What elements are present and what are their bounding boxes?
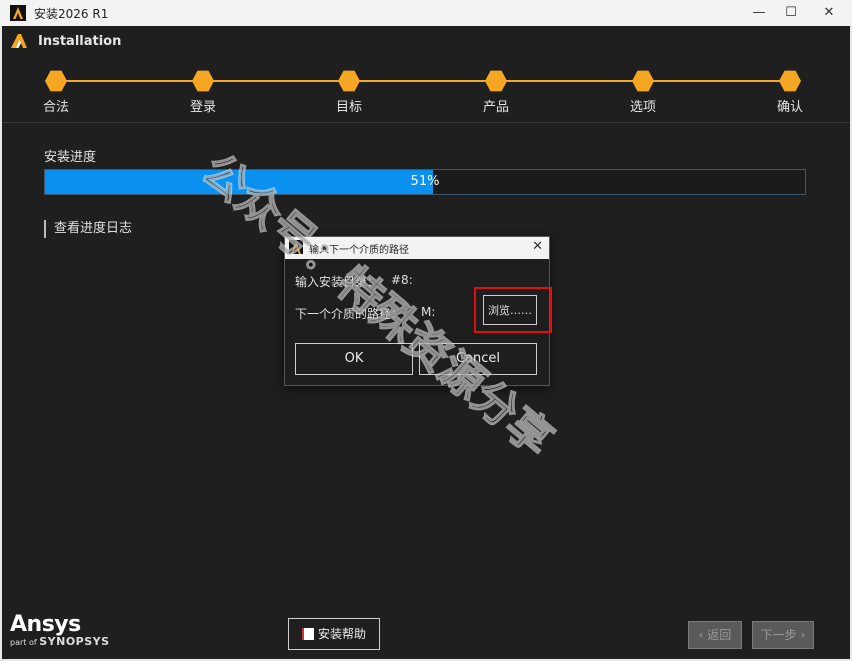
close-window-button[interactable]: ✕ <box>818 3 840 23</box>
install-help-button[interactable]: 安装帮助 <box>288 618 380 650</box>
progress-label: 安装进度 <box>44 150 97 165</box>
step-confirm: 确认 <box>750 70 830 115</box>
step-target: 目标 <box>309 70 389 115</box>
next-media-dialog: 输入下一个介质的路径 ✕ 输入安装目录： #8: 下一个介质的路径： M: 浏览… <box>284 236 550 386</box>
browse-button[interactable]: 浏览…… <box>483 295 537 325</box>
next-label: 下一步 <box>760 628 797 642</box>
step-label: 目标 <box>335 100 362 115</box>
cancel-button[interactable]: Cancel <box>419 343 537 375</box>
window-titlebar: 安装2026 R1 — ☐ ✕ <box>0 0 852 26</box>
step-hexagon-icon <box>779 70 801 92</box>
ansys-dialog-icon <box>289 240 303 254</box>
step-hexagon-icon <box>192 70 214 92</box>
step-legal: 合法 <box>16 70 96 115</box>
brand-sub-prefix: part of <box>10 638 37 647</box>
dialog-close-button[interactable]: ✕ <box>532 239 543 254</box>
next-media-row: 下一个介质的路径： M: <box>295 305 435 322</box>
help-book-icon <box>301 628 314 640</box>
step-label: 合法 <box>42 100 69 115</box>
step-label: 登录 <box>189 100 216 115</box>
install-progress-bar: 51% <box>44 169 806 195</box>
brand-sub: part of SYNOPSYS <box>10 635 110 648</box>
window-title: 安装2026 R1 <box>34 7 109 21</box>
ansys-synopsys-logo: Ansys part of SYNOPSYS <box>10 612 110 648</box>
minimize-button[interactable]: — <box>748 3 770 23</box>
header-divider <box>2 122 850 123</box>
step-hexagon-icon <box>45 70 67 92</box>
progress-percent: 51% <box>410 174 440 189</box>
maximize-button[interactable]: ☐ <box>780 3 802 23</box>
install-dir-row: 输入安装目录： #8: <box>295 273 413 290</box>
chevron-right-icon: › <box>796 628 806 642</box>
app-header: Installation <box>2 26 850 58</box>
install-dir-label: 输入安装目录： <box>295 275 380 289</box>
step-label: 确认 <box>776 100 803 115</box>
step-label: 产品 <box>482 100 509 115</box>
chevron-left-icon: ‹ <box>698 628 708 642</box>
step-options: 选项 <box>603 70 683 115</box>
install-dir-value: #8: <box>391 273 413 287</box>
step-hexagon-icon <box>338 70 360 92</box>
brand-sub-name: SYNOPSYS <box>39 635 110 648</box>
ansys-logo-icon <box>10 33 28 53</box>
ansys-app-icon <box>10 5 26 21</box>
app-name: Installation <box>38 34 122 49</box>
next-media-value[interactable]: M: <box>421 305 435 319</box>
ok-button[interactable]: OK <box>295 343 413 375</box>
step-products: 产品 <box>456 70 536 115</box>
next-button[interactable]: 下一步 › <box>752 621 814 649</box>
back-label: 返回 <box>707 628 732 642</box>
step-label: 选项 <box>629 100 656 115</box>
brand-name: Ansys <box>10 612 81 637</box>
step-hexagon-icon <box>485 70 507 92</box>
help-label: 安装帮助 <box>317 627 366 641</box>
next-media-label: 下一个介质的路径： <box>295 307 404 321</box>
dialog-title: 输入下一个介质的路径 <box>309 245 409 256</box>
dialog-titlebar: 输入下一个介质的路径 ✕ <box>285 237 549 259</box>
install-stepper: 合法 登录 目标 产品 选项 确认 <box>2 58 850 122</box>
step-login: 登录 <box>163 70 243 115</box>
back-button[interactable]: ‹ 返回 <box>688 621 742 649</box>
step-hexagon-icon <box>632 70 654 92</box>
view-progress-log-link[interactable]: 查看进度日志 <box>44 220 132 238</box>
